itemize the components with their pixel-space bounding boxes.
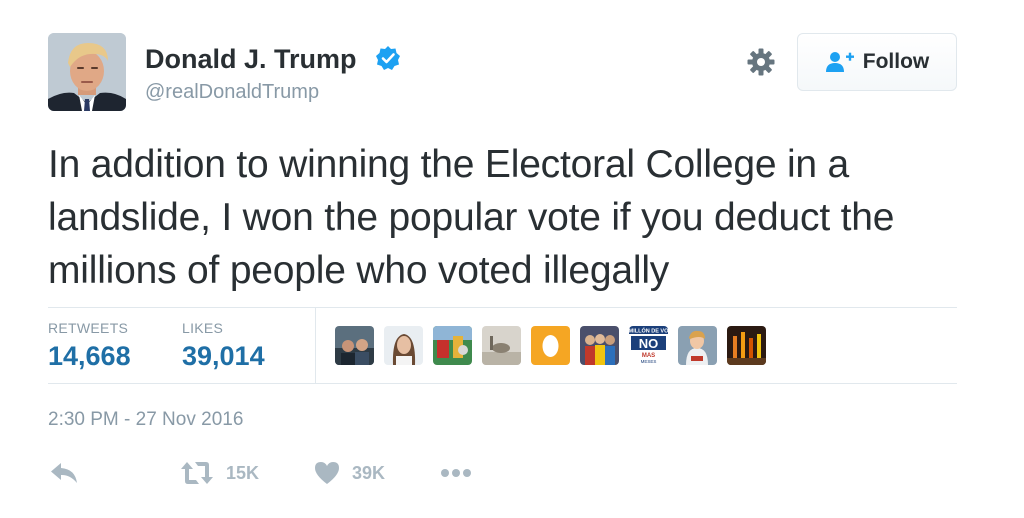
likes-label[interactable]: LIKES (182, 320, 223, 336)
poster-text: MILLÓN DE VO (629, 327, 668, 335)
stats-bottom-divider (48, 383, 957, 384)
liker-avatar[interactable] (384, 326, 423, 365)
tweet-text: In addition to winning the Electoral Col… (48, 143, 895, 292)
stats-vertical-divider (315, 308, 316, 383)
poster-text: MESES (641, 359, 657, 364)
poster-text: NO (639, 336, 659, 351)
retweets-count[interactable]: 14,668 (48, 341, 131, 372)
stats-top-divider (48, 307, 957, 308)
reply-button[interactable] (50, 458, 78, 488)
follow-label: Follow (862, 50, 930, 73)
liker-avatar[interactable] (335, 326, 374, 365)
liker-avatar[interactable] (482, 326, 521, 365)
liker-avatar[interactable] (727, 326, 766, 365)
heart-icon (315, 462, 339, 484)
liker-avatar[interactable] (580, 326, 619, 365)
liker-avatar[interactable] (678, 326, 717, 365)
more-dots-icon (441, 469, 471, 477)
display-name[interactable]: Donald J. Trump (145, 44, 357, 75)
tweet-card: Donald J. Trump @realDonaldTrump Follow (0, 0, 1024, 518)
more-button[interactable] (440, 458, 472, 488)
likes-count[interactable]: 39,014 (182, 341, 265, 372)
add-user-icon (825, 52, 854, 72)
liker-avatars: MILLÓN DE VO NO MAS MESES (335, 326, 766, 365)
avatar[interactable] (48, 33, 126, 111)
like-count: 39K (352, 462, 386, 483)
retweet-count: 15K (226, 462, 260, 483)
retweet-icon (181, 462, 213, 484)
retweet-button[interactable]: 15K (180, 458, 259, 488)
user-handle[interactable]: @realDonaldTrump (145, 81, 319, 104)
gear-icon[interactable] (746, 47, 776, 77)
verified-badge-icon (376, 46, 400, 70)
timestamp[interactable]: 2:30 PM - 27 Nov 2016 (48, 409, 243, 431)
liker-avatar[interactable] (433, 326, 472, 365)
follow-button[interactable]: Follow (797, 33, 957, 91)
liker-avatar[interactable] (531, 326, 570, 365)
liker-avatar-poster[interactable]: MILLÓN DE VO NO MAS MESES (629, 326, 668, 365)
reply-icon (51, 463, 77, 483)
like-button[interactable]: 39K (314, 458, 385, 488)
retweets-label[interactable]: RETWEETS (48, 320, 128, 336)
